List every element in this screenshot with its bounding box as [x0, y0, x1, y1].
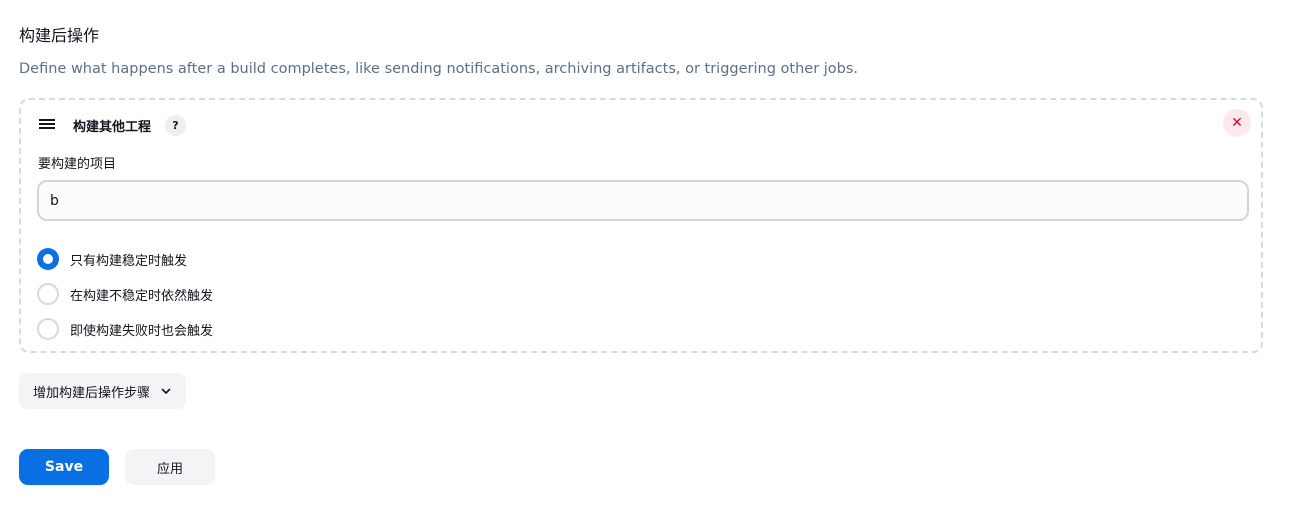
chevron-down-icon: [161, 388, 171, 394]
radio-option-unstable[interactable]: 在构建不稳定时依然触发: [37, 283, 213, 305]
radio-option-stable[interactable]: 只有构建稳定时触发: [37, 248, 187, 270]
section-description: Define what happens after a build comple…: [19, 61, 859, 77]
projects-field-label: 要构建的项目: [38, 157, 117, 172]
radio-checked-icon[interactable]: [37, 248, 59, 270]
delete-step-button[interactable]: ✕: [1223, 109, 1251, 137]
add-step-label: 增加构建后操作步骤: [33, 385, 151, 401]
radio-unchecked-icon[interactable]: [37, 318, 59, 340]
apply-button[interactable]: 应用: [125, 449, 215, 485]
radio-label: 在构建不稳定时依然触发: [70, 288, 214, 304]
section-title: 构建后操作: [19, 26, 100, 45]
step-title: 构建其他工程: [73, 120, 152, 135]
projects-input[interactable]: [37, 180, 1249, 221]
save-button[interactable]: Save: [19, 449, 109, 485]
close-icon: ✕: [1231, 115, 1243, 131]
radio-unchecked-icon[interactable]: [37, 283, 59, 305]
drag-handle-icon[interactable]: [39, 119, 55, 131]
add-post-build-step-button[interactable]: 增加构建后操作步骤: [19, 373, 187, 409]
build-step-card: 构建其他工程 ? ✕ 要构建的项目 只有构建稳定时触发 在构建不稳定时依然触发 …: [19, 98, 1263, 353]
radio-label: 即使构建失败时也会触发: [70, 323, 214, 339]
radio-option-failure[interactable]: 即使构建失败时也会触发: [37, 318, 213, 340]
radio-label: 只有构建稳定时触发: [70, 253, 188, 269]
help-icon[interactable]: ?: [165, 115, 186, 136]
